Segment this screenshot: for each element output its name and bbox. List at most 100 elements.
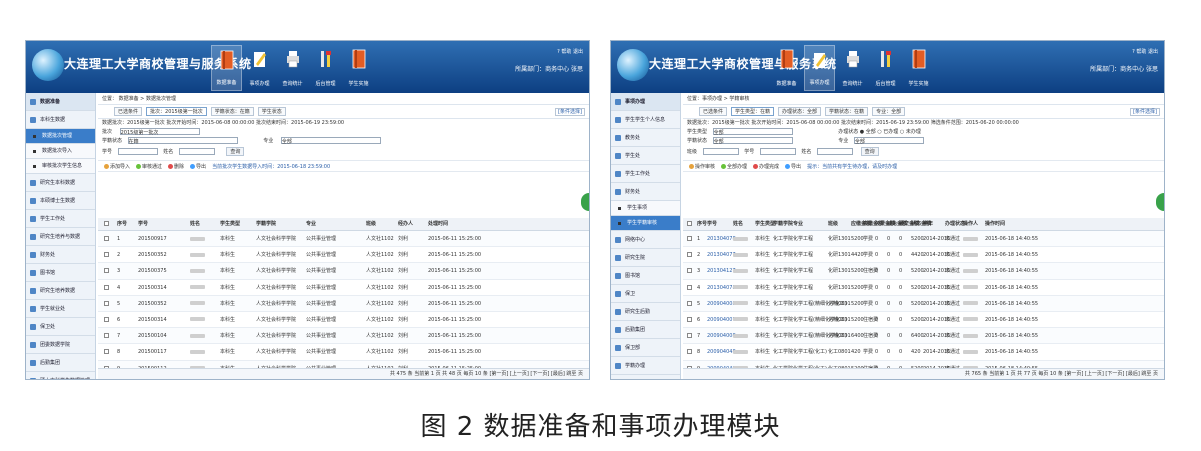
table-row[interactable]: 5 200904008 本科生 化工学院 化学工程(精细化学化工) 化精0801 5200 学… bbox=[683, 295, 1164, 312]
row-checkbox[interactable] bbox=[104, 247, 109, 263]
nav-查询统计[interactable]: 查询统计 bbox=[837, 45, 868, 91]
condition-tab[interactable]: 专业：全部 bbox=[872, 107, 906, 116]
condition-tab[interactable]: 办理状态：全部 bbox=[778, 107, 822, 116]
table-row[interactable]: 6 201500314 本科生 人文社会科学学院 公共事业管理 人文社1102 刘利 2015… bbox=[98, 312, 589, 329]
row-checkbox[interactable] bbox=[687, 247, 692, 263]
sidebar-item[interactable]: 学生工作处 bbox=[26, 210, 95, 228]
sidebar-item[interactable]: 审核批次学生信息 bbox=[26, 159, 95, 174]
sidebar-item[interactable]: 保卫处 bbox=[26, 318, 95, 336]
search-button[interactable]: 查询 bbox=[226, 147, 245, 156]
column-header[interactable]: 操作时间 bbox=[985, 218, 1005, 231]
table-row[interactable]: 1 201304078 本科生 化工学院 化学工程 化研1301 5200 学费 0 0 0 5200… bbox=[683, 231, 1164, 248]
sidebar-item[interactable]: 图书馆 bbox=[26, 264, 95, 282]
column-header[interactable]: 学生类型 bbox=[220, 218, 240, 231]
column-header[interactable]: 学籍学院 bbox=[256, 218, 276, 231]
nav-查询统计[interactable]: 查询统计 bbox=[277, 45, 308, 91]
column-header[interactable]: 序号 bbox=[697, 218, 707, 231]
select-all-checkbox[interactable] bbox=[687, 221, 692, 226]
table-row[interactable]: 8 201500117 本科生 人文社会科学学院 公共事业管理 人文社1102 刘利 2015… bbox=[98, 344, 589, 361]
handle-status-radios[interactable]: 办理状态 ● 全部 ○ 已办理 ○ 未办理 bbox=[838, 129, 921, 135]
table-row[interactable]: 3 201500375 本科生 人文社会科学学院 公共事业管理 人文社1102 刘利 2015… bbox=[98, 263, 589, 280]
nav-数据准备[interactable]: 数据准备 bbox=[771, 45, 802, 91]
tool-button[interactable]: 办理完成 bbox=[753, 164, 779, 170]
sidebar-item[interactable]: 本科生数据 bbox=[26, 111, 95, 129]
row-checkbox[interactable] bbox=[687, 312, 692, 328]
column-header[interactable]: 学号 bbox=[138, 218, 148, 231]
row-checkbox[interactable] bbox=[687, 328, 692, 344]
row-checkbox[interactable] bbox=[104, 312, 109, 328]
tool-button[interactable]: 删除 bbox=[168, 164, 184, 170]
sidebar-item[interactable]: 财务处 bbox=[611, 183, 680, 201]
table-row[interactable]: 1 201500917 本科生 人文社会科学学院 公共事业管理 人文社1102 刘利 2015… bbox=[98, 231, 589, 248]
tool-button[interactable]: 审核通过 bbox=[136, 164, 162, 170]
column-header[interactable]: 姓名 bbox=[733, 218, 743, 231]
tool-button[interactable]: 全部办理 bbox=[721, 164, 747, 170]
condition-tab[interactable]: 学籍状态：在籍 bbox=[825, 107, 869, 116]
type-select[interactable]: 全部 bbox=[712, 128, 793, 136]
column-header[interactable]: 经办人 bbox=[398, 218, 413, 231]
condition-select-link[interactable]: [条件选择] bbox=[555, 107, 585, 116]
condition-tab[interactable]: 批次：2015级第一批次 bbox=[146, 107, 207, 116]
nav-后台管理[interactable]: 后台管理 bbox=[310, 45, 341, 91]
tool-button[interactable]: 添加导入 bbox=[104, 164, 130, 170]
collapse-handle[interactable] bbox=[581, 193, 589, 211]
table-row[interactable]: 2 201304077 本科生 化工学院 化学工程 化研1301 4420 学费 0 0 0 4420… bbox=[683, 247, 1164, 264]
column-header[interactable]: 班级 bbox=[366, 218, 376, 231]
sidebar-item[interactable]: 研究生后勤 bbox=[611, 303, 680, 321]
sidebar-item[interactable]: 研究生培养数据 bbox=[26, 282, 95, 300]
sidebar-item[interactable]: 图书馆 bbox=[611, 267, 680, 285]
collapse-handle[interactable] bbox=[1156, 193, 1164, 211]
column-header[interactable]: 姓名 bbox=[190, 218, 200, 231]
condition-select-link[interactable]: [条件选择] bbox=[1130, 107, 1160, 116]
sidebar-item[interactable]: 学生处 bbox=[611, 147, 680, 165]
row-checkbox[interactable] bbox=[104, 263, 109, 279]
sidebar-item[interactable]: 研究生院 bbox=[611, 249, 680, 267]
nav-学生实施[interactable]: 学生实施 bbox=[903, 45, 934, 91]
sidebar-item[interactable]: 数据批次管理 bbox=[26, 129, 95, 144]
name-input[interactable] bbox=[178, 148, 215, 155]
tool-button[interactable]: 导出 bbox=[190, 164, 206, 170]
search-button[interactable]: 查询 bbox=[860, 147, 879, 156]
select-all-checkbox[interactable] bbox=[104, 221, 109, 226]
column-header[interactable] bbox=[687, 218, 692, 231]
sidebar-item[interactable]: 保卫部 bbox=[611, 339, 680, 357]
sidebar-item[interactable]: 学生事项 bbox=[611, 201, 680, 216]
major-select[interactable]: 全部 bbox=[280, 137, 381, 145]
column-header[interactable]: 处理时间 bbox=[428, 218, 448, 231]
column-header[interactable] bbox=[104, 218, 109, 231]
sidebar-item[interactable]: 学生学生个人信息 bbox=[611, 111, 680, 129]
class-input[interactable] bbox=[702, 148, 739, 155]
sidebar-item[interactable]: 研究生培养与数据 bbox=[26, 228, 95, 246]
column-header[interactable]: 操作人 bbox=[963, 218, 978, 231]
row-checkbox[interactable] bbox=[687, 344, 692, 360]
major-select[interactable]: 全部 bbox=[853, 137, 924, 145]
nav-后台管理[interactable]: 后台管理 bbox=[870, 45, 901, 91]
table-row[interactable]: 4 201304078 本科生 化工学院 化学工程 化研1301 5200 学费 0 0 0 5200… bbox=[683, 280, 1164, 296]
condition-tab[interactable]: 学籍状态：在籍 bbox=[210, 107, 254, 116]
table-row[interactable]: 7 201500104 本科生 人文社会科学学院 公共事业管理 人文社1102 刘利 2015… bbox=[98, 328, 589, 345]
condition-tab[interactable]: 已选条件 bbox=[699, 107, 728, 116]
sidebar-item[interactable]: 后勤集团 bbox=[26, 354, 95, 372]
row-checkbox[interactable] bbox=[687, 263, 692, 279]
status-select[interactable]: 全部 bbox=[712, 137, 793, 145]
row-checkbox[interactable] bbox=[104, 328, 109, 344]
row-checkbox[interactable] bbox=[104, 296, 109, 312]
help-logout-links[interactable]: ? 帮助 退出 bbox=[557, 49, 583, 55]
name-input[interactable] bbox=[817, 148, 854, 155]
sidebar-item[interactable]: 学籍办理 bbox=[611, 357, 680, 375]
row-checkbox[interactable] bbox=[687, 231, 692, 247]
column-header[interactable]: 学号 bbox=[707, 218, 717, 231]
nav-事项办理[interactable]: 事项办理 bbox=[804, 45, 835, 91]
nav-数据准备[interactable]: 数据准备 bbox=[211, 45, 242, 91]
column-header[interactable]: 班级 bbox=[828, 218, 838, 231]
row-checkbox[interactable] bbox=[687, 280, 692, 296]
column-header[interactable]: 专业 bbox=[306, 218, 316, 231]
sidebar-item[interactable]: 校医中心 bbox=[611, 375, 680, 379]
column-header[interactable]: 专业 bbox=[793, 218, 803, 231]
sidebar-item[interactable]: 学生学籍审核 bbox=[611, 216, 680, 231]
tool-button[interactable]: 操作审核 bbox=[689, 164, 715, 170]
condition-tab[interactable]: 学生类型：在籍 bbox=[731, 107, 775, 116]
row-checkbox[interactable] bbox=[104, 280, 109, 296]
sidebar-item[interactable]: 数据准备 bbox=[26, 93, 95, 111]
student-id-input[interactable] bbox=[117, 148, 158, 155]
